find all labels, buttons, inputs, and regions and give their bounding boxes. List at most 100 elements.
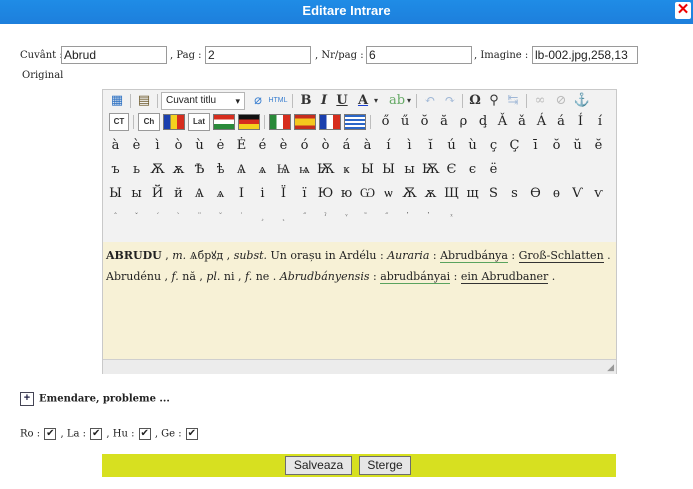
la-checkbox[interactable]: ✔ — [90, 428, 103, 440]
ct-button[interactable]: CT — [109, 113, 129, 131]
char-button[interactable]: Ы — [359, 161, 376, 179]
nrpag-input[interactable]: 6 — [366, 46, 472, 64]
char-button[interactable]: ī — [527, 137, 544, 155]
char-button[interactable]: І — [233, 185, 250, 203]
char-button[interactable]: ъ — [107, 161, 124, 179]
char-button[interactable]: Ѭ — [422, 161, 440, 179]
char-button[interactable]: ю — [338, 185, 355, 203]
char-button[interactable]: á — [338, 137, 355, 155]
ro-checkbox[interactable]: ✔ — [44, 428, 57, 440]
underline-button[interactable]: U — [334, 92, 350, 110]
char-button[interactable]: щ — [464, 185, 481, 203]
char-button[interactable]: ò — [317, 137, 334, 155]
expand-plus-icon[interactable]: + — [20, 392, 34, 406]
char-button[interactable]: Ѭ — [317, 161, 335, 179]
paste-icon[interactable]: ▤ — [135, 92, 153, 110]
char-button[interactable]: é — [254, 137, 271, 155]
bold-button[interactable]: B — [298, 92, 314, 110]
char-button[interactable]: ù — [191, 137, 208, 155]
char-button[interactable]: ̋ — [380, 208, 397, 226]
html-icon[interactable]: HTML — [268, 92, 288, 110]
char-button[interactable]: ё — [485, 161, 502, 179]
char-button[interactable]: ŏ — [416, 113, 433, 131]
char-button[interactable]: ¨ — [191, 208, 208, 226]
link-icon[interactable]: ∞ — [531, 92, 549, 110]
char-button[interactable]: ì — [149, 137, 166, 155]
char-button[interactable]: ь — [128, 161, 145, 179]
char-button[interactable]: Щ — [443, 185, 460, 203]
char-button[interactable]: Ѵ — [569, 185, 586, 203]
style-select[interactable]: Cuvant titlu ▾ — [161, 92, 245, 110]
hu-checkbox[interactable]: ✔ — [138, 428, 151, 440]
char-button[interactable]: ò — [170, 137, 187, 155]
char-button[interactable]: Й — [149, 185, 166, 203]
char-button[interactable]: ы — [401, 161, 418, 179]
char-button[interactable]: Ė — [233, 137, 250, 155]
char-button[interactable]: і — [254, 185, 271, 203]
cuvant-input[interactable]: Abrud — [61, 46, 167, 64]
char-button[interactable]: ˝ — [296, 208, 313, 226]
char-button[interactable]: ѫ — [422, 185, 439, 203]
undo-icon[interactable]: ↶ — [421, 92, 439, 110]
char-button[interactable]: Ѡ — [359, 185, 376, 203]
char-button[interactable]: й — [170, 185, 187, 203]
char-button[interactable]: ̃ — [359, 208, 376, 226]
eraser-icon[interactable]: ⌀ — [249, 92, 267, 110]
char-button[interactable]: Ѧ — [191, 185, 208, 203]
char-button[interactable]: ї — [296, 185, 313, 203]
char-button[interactable]: Ы — [107, 185, 124, 203]
german-flag-icon[interactable] — [238, 114, 260, 130]
hungarian-flag-icon[interactable] — [213, 114, 235, 130]
char-button[interactable]: ǎ — [514, 113, 531, 131]
italic-button[interactable]: I — [316, 92, 332, 110]
special-char-button[interactable]: Ω — [467, 92, 483, 110]
char-button[interactable]: ĭ — [422, 137, 439, 155]
char-button[interactable]: à — [359, 137, 376, 155]
char-button[interactable]: ´ — [149, 208, 166, 226]
char-button[interactable]: ͯ — [443, 208, 460, 226]
char-button[interactable]: ė — [212, 137, 229, 155]
ch-button[interactable]: Ch — [138, 113, 160, 131]
char-button[interactable]: ˀ — [317, 208, 334, 226]
char-button[interactable]: ù — [464, 137, 481, 155]
replace-icon[interactable]: ↹ — [504, 92, 522, 110]
char-button[interactable]: Ы — [380, 161, 397, 179]
char-button[interactable]: ˘ — [212, 208, 229, 226]
char-button[interactable]: à — [107, 137, 124, 155]
delete-button[interactable]: Sterge — [359, 456, 411, 475]
char-button[interactable]: Í — [572, 113, 589, 131]
char-button[interactable]: Є — [443, 161, 460, 179]
char-button[interactable]: ç — [485, 137, 502, 155]
unlink-icon[interactable]: ⊘ — [552, 92, 570, 110]
char-button[interactable]: ˇ — [128, 208, 145, 226]
char-button[interactable]: ѧ — [254, 161, 271, 179]
text-color-button[interactable]: A — [354, 92, 372, 110]
highlight-chevron-icon[interactable]: ▾ — [406, 92, 412, 110]
char-button[interactable]: ĕ — [590, 137, 607, 155]
char-button[interactable]: í — [380, 137, 397, 155]
char-button[interactable]: є — [464, 161, 481, 179]
char-button[interactable]: á — [553, 113, 570, 131]
char-button[interactable]: è — [128, 137, 145, 155]
char-button[interactable]: Ç — [506, 137, 523, 155]
highlight-icon[interactable]: ab — [388, 92, 406, 110]
char-button[interactable]: Ю — [317, 185, 334, 203]
char-button[interactable]: è — [275, 137, 292, 155]
char-button[interactable]: ˛ — [275, 208, 292, 226]
image-icon[interactable]: ▦ — [107, 92, 127, 110]
imagine-input[interactable]: lb-002.jpg,258,13 — [532, 46, 638, 64]
char-button[interactable]: ѩ — [296, 161, 313, 179]
char-button[interactable]: ѣ — [212, 161, 229, 179]
char-button[interactable]: ú — [443, 137, 460, 155]
char-button[interactable]: Ѩ — [275, 161, 292, 179]
ge-checkbox[interactable]: ✔ — [185, 428, 198, 440]
char-button[interactable]: ŏ — [548, 137, 565, 155]
char-button[interactable]: ρ — [455, 113, 472, 131]
char-button[interactable]: ḑ — [475, 113, 492, 131]
char-button[interactable]: Ѣ — [191, 161, 208, 179]
char-button[interactable]: ̔ — [422, 208, 439, 226]
pag-input[interactable]: 2 — [205, 46, 311, 64]
char-button[interactable]: ѡ — [380, 185, 397, 203]
save-button[interactable]: Salveaza — [285, 456, 352, 475]
char-button[interactable]: í — [592, 113, 609, 131]
